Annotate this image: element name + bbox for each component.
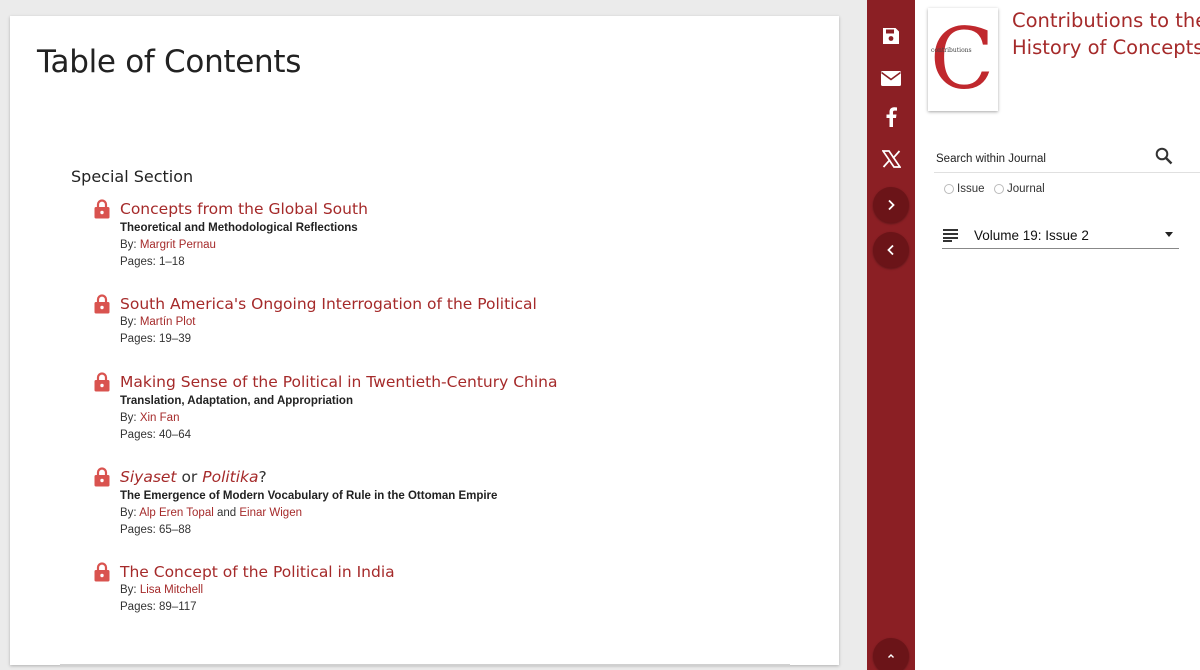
author-link[interactable]: Alp Eren Topal xyxy=(139,507,214,519)
search-icon[interactable] xyxy=(1154,146,1174,166)
radio-circle[interactable] xyxy=(994,184,1004,194)
radio-circle[interactable] xyxy=(944,184,954,194)
journal-logo: C contributions xyxy=(930,10,994,108)
caret-down-icon xyxy=(1165,232,1173,237)
lock-icon xyxy=(94,199,110,219)
x-share-button[interactable] xyxy=(879,147,903,171)
lock-icon xyxy=(94,562,110,582)
facebook-icon xyxy=(886,107,897,127)
radio-issue[interactable]: Issue xyxy=(944,183,985,195)
svg-text:C: C xyxy=(930,10,994,108)
chevron-right-icon xyxy=(888,199,895,211)
article-pages: Pages: 19–39 xyxy=(120,333,191,345)
collapse-panel-button[interactable] xyxy=(873,232,909,268)
article-title-link[interactable]: Making Sense of the Political in Twentie… xyxy=(120,372,810,392)
scroll-top-button[interactable] xyxy=(873,638,909,670)
section-heading: Special Section xyxy=(71,167,194,186)
expand-panel-button[interactable] xyxy=(873,187,909,223)
article-title-link[interactable]: Concepts from the Global South xyxy=(120,199,810,219)
article-pages: Pages: 1–18 xyxy=(120,256,185,268)
save-button[interactable] xyxy=(879,24,903,48)
chevron-left-icon xyxy=(887,244,894,256)
lock-icon xyxy=(94,467,110,487)
article-title-link[interactable]: The Concept of the Political in India xyxy=(120,562,810,582)
mail-icon xyxy=(881,70,901,86)
article-authors: By: Martín Plot xyxy=(120,316,196,328)
divider xyxy=(60,664,790,666)
journal-sidebar: C contributions Contributions to the His… xyxy=(915,0,1200,670)
volume-select[interactable]: Volume 19: Issue 2 xyxy=(942,225,1179,249)
journal-cover[interactable]: C contributions xyxy=(928,8,998,111)
article-authors: By: Xin Fan xyxy=(120,412,180,424)
chevron-up-icon xyxy=(888,654,894,658)
facebook-button[interactable] xyxy=(879,105,903,129)
lock-icon xyxy=(94,294,110,314)
share-toolbar xyxy=(867,0,915,670)
article-authors: By: Alp Eren Topal and Einar Wigen xyxy=(120,507,302,519)
search-underline xyxy=(934,172,1200,173)
radio-journal[interactable]: Journal xyxy=(994,183,1045,195)
journal-title-link[interactable]: Contributions to the History of Concepts xyxy=(1012,7,1200,61)
search-input[interactable]: Search within Journal xyxy=(936,153,1046,165)
article-title-link[interactable]: Siyaset or Politika? xyxy=(120,467,810,487)
author-link[interactable]: Margrit Pernau xyxy=(140,239,216,251)
article-pages: Pages: 40–64 xyxy=(120,429,191,441)
article-title-link[interactable]: South America's Ongoing Interrogation of… xyxy=(120,294,810,314)
article-subtitle: The Emergence of Modern Vocabulary of Ru… xyxy=(120,490,498,502)
lock-icon xyxy=(94,372,110,392)
article-subtitle: Theoretical and Methodological Reflectio… xyxy=(120,222,358,234)
author-link[interactable]: Xin Fan xyxy=(140,412,180,424)
article-pages: Pages: 65–88 xyxy=(120,524,191,536)
author-link[interactable]: Martín Plot xyxy=(140,316,196,328)
email-button[interactable] xyxy=(879,66,903,90)
article-authors: By: Margrit Pernau xyxy=(120,239,216,251)
page-title: Table of Contents xyxy=(37,44,302,80)
svg-text:contributions: contributions xyxy=(931,47,972,54)
save-icon xyxy=(883,28,899,44)
x-icon xyxy=(881,150,901,168)
article-subtitle: Translation, Adaptation, and Appropriati… xyxy=(120,395,353,407)
article-pages: Pages: 89–117 xyxy=(120,601,197,613)
list-icon xyxy=(943,229,958,242)
article-authors: By: Lisa Mitchell xyxy=(120,584,204,596)
author-link[interactable]: Lisa Mitchell xyxy=(140,584,203,596)
toc-panel: Table of Contents Special Section Concep… xyxy=(10,16,839,665)
author-link[interactable]: Einar Wigen xyxy=(239,507,302,519)
